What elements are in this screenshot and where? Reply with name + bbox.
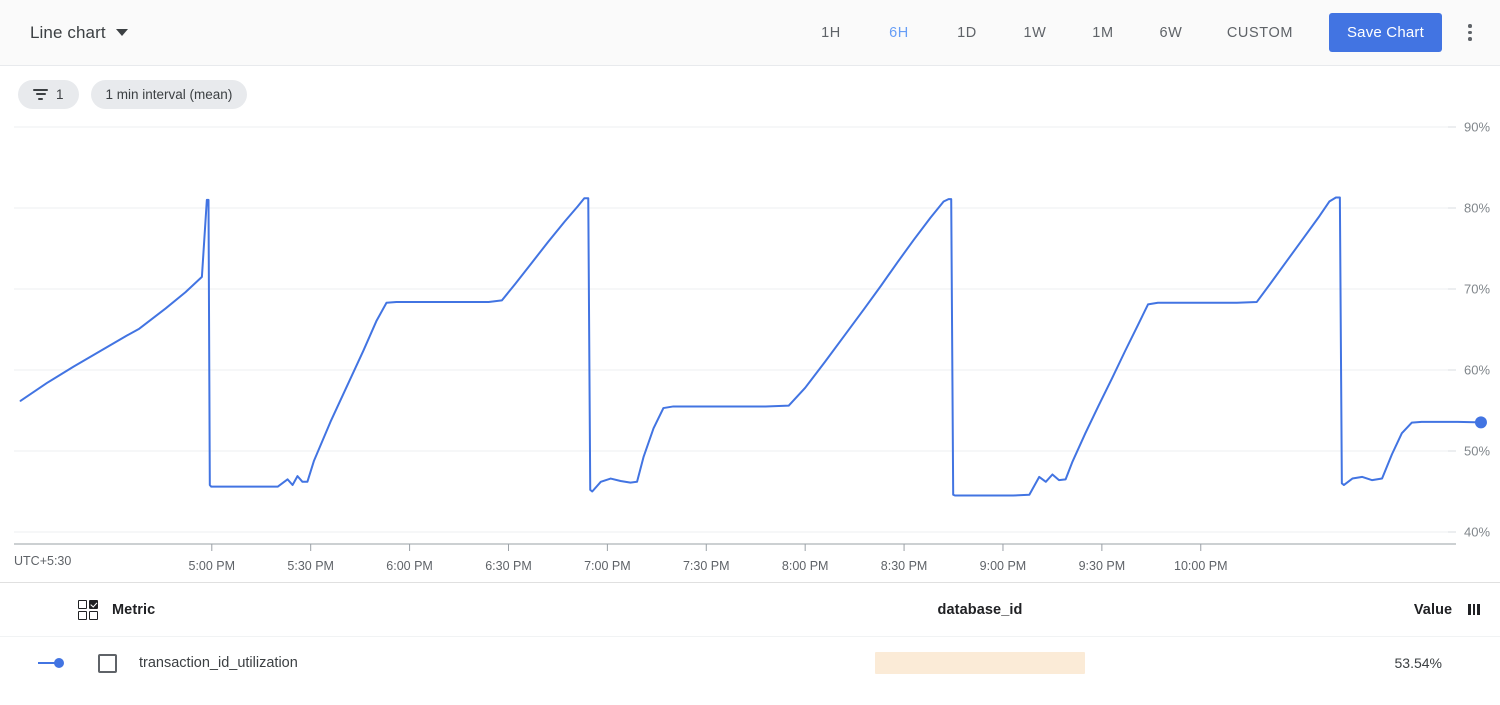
save-chart-button[interactable]: Save Chart — [1328, 13, 1442, 52]
filter-list-icon — [33, 88, 48, 100]
line-chart-svg: 90% 80% 70% 60% 50% 40% 5:00 PM 5:30 PM 6:00 PM… — [14, 122, 1490, 573]
svg-text:8:00 PM: 8:00 PM — [782, 559, 829, 573]
legend-value-column-header: Value — [1260, 602, 1480, 618]
database-id-redacted-value — [875, 652, 1085, 674]
filter-count-label: 1 — [56, 86, 64, 102]
range-button-custom[interactable]: CUSTOM — [1205, 17, 1315, 49]
value-header-label: Value — [1413, 601, 1453, 618]
legend-table: Metric database_id Value transaction_id_… — [0, 582, 1500, 689]
svg-text:60%: 60% — [1464, 363, 1490, 378]
svg-text:6:30 PM: 6:30 PM — [485, 559, 532, 573]
chevron-down-icon — [115, 29, 128, 36]
series-end-marker — [1474, 416, 1487, 429]
table-row[interactable]: transaction_id_utilization 53.54% — [0, 637, 1500, 689]
time-range-group: 1H 6H 1D 1W 1M 6W CUSTOM Save Chart — [797, 13, 1500, 53]
range-button-6h[interactable]: 6H — [865, 17, 933, 49]
legend-database-id-cell — [700, 652, 1260, 674]
filter-chip[interactable]: 1 — [18, 79, 79, 109]
series-color-swatch — [38, 658, 64, 668]
chart-type-label: Line chart — [30, 22, 106, 42]
metric-header-label: Metric — [112, 601, 156, 618]
interval-chip[interactable]: 1 min interval (mean) — [90, 79, 248, 109]
chart-x-axis: 5:00 PM 5:30 PM 6:00 PM 6:30 PM 7:00 PM 7:30 … — [14, 543, 1456, 573]
svg-text:9:00 PM: 9:00 PM — [980, 559, 1027, 573]
column-settings-icon[interactable] — [1468, 604, 1480, 615]
chart-gridlines — [14, 126, 1448, 533]
svg-text:10:00 PM: 10:00 PM — [1174, 559, 1228, 573]
interval-label: 1 min interval (mean) — [105, 86, 233, 102]
range-button-1d[interactable]: 1D — [933, 17, 1001, 49]
svg-text:6:00 PM: 6:00 PM — [386, 559, 433, 573]
series-checkbox[interactable] — [98, 653, 117, 673]
svg-text:80%: 80% — [1464, 201, 1490, 216]
svg-text:5:30 PM: 5:30 PM — [287, 559, 334, 573]
legend-metric-cell: transaction_id_utilization — [0, 653, 700, 673]
svg-text:9:30 PM: 9:30 PM — [1079, 559, 1126, 573]
timezone-label: UTC+5:30 — [14, 554, 71, 568]
svg-text:7:30 PM: 7:30 PM — [683, 559, 730, 573]
chart-toolbar: Line chart 1H 6H 1D 1W 1M 6W CUSTOM Save… — [0, 0, 1500, 66]
select-all-checkbox-icon[interactable] — [78, 599, 98, 620]
range-button-1h[interactable]: 1H — [797, 17, 865, 49]
legend-header-row: Metric database_id Value — [0, 583, 1500, 637]
svg-text:50%: 50% — [1464, 444, 1490, 459]
range-button-1m[interactable]: 1M — [1069, 17, 1137, 49]
legend-metric-column-header: Metric — [0, 599, 700, 620]
range-button-1w[interactable]: 1W — [1001, 17, 1069, 49]
chart-plot-area[interactable]: 90% 80% 70% 60% 50% 40% 5:00 PM 5:30 PM 6:00 PM… — [0, 122, 1500, 582]
legend-value-cell: 53.54% — [1260, 655, 1480, 671]
svg-text:8:30 PM: 8:30 PM — [881, 559, 928, 573]
more-vertical-icon[interactable] — [1450, 13, 1490, 53]
series-value-label: 53.54% — [1394, 655, 1442, 671]
svg-text:5:00 PM: 5:00 PM — [189, 559, 236, 573]
chart-y-axis-ticks: 90% 80% 70% 60% 50% 40% — [1448, 122, 1490, 540]
database-id-header-label: database_id — [937, 601, 1023, 618]
series-name-label: transaction_id_utilization — [139, 655, 298, 671]
svg-text:70%: 70% — [1464, 282, 1490, 297]
legend-dimension-column-header: database_id — [700, 602, 1260, 618]
svg-text:7:00 PM: 7:00 PM — [584, 559, 631, 573]
range-button-6w[interactable]: 6W — [1137, 17, 1205, 49]
svg-text:90%: 90% — [1464, 122, 1490, 135]
chart-type-selector[interactable]: Line chart — [30, 23, 128, 43]
chips-row: 1 1 min interval (mean) — [0, 66, 1500, 122]
svg-text:40%: 40% — [1464, 525, 1490, 540]
